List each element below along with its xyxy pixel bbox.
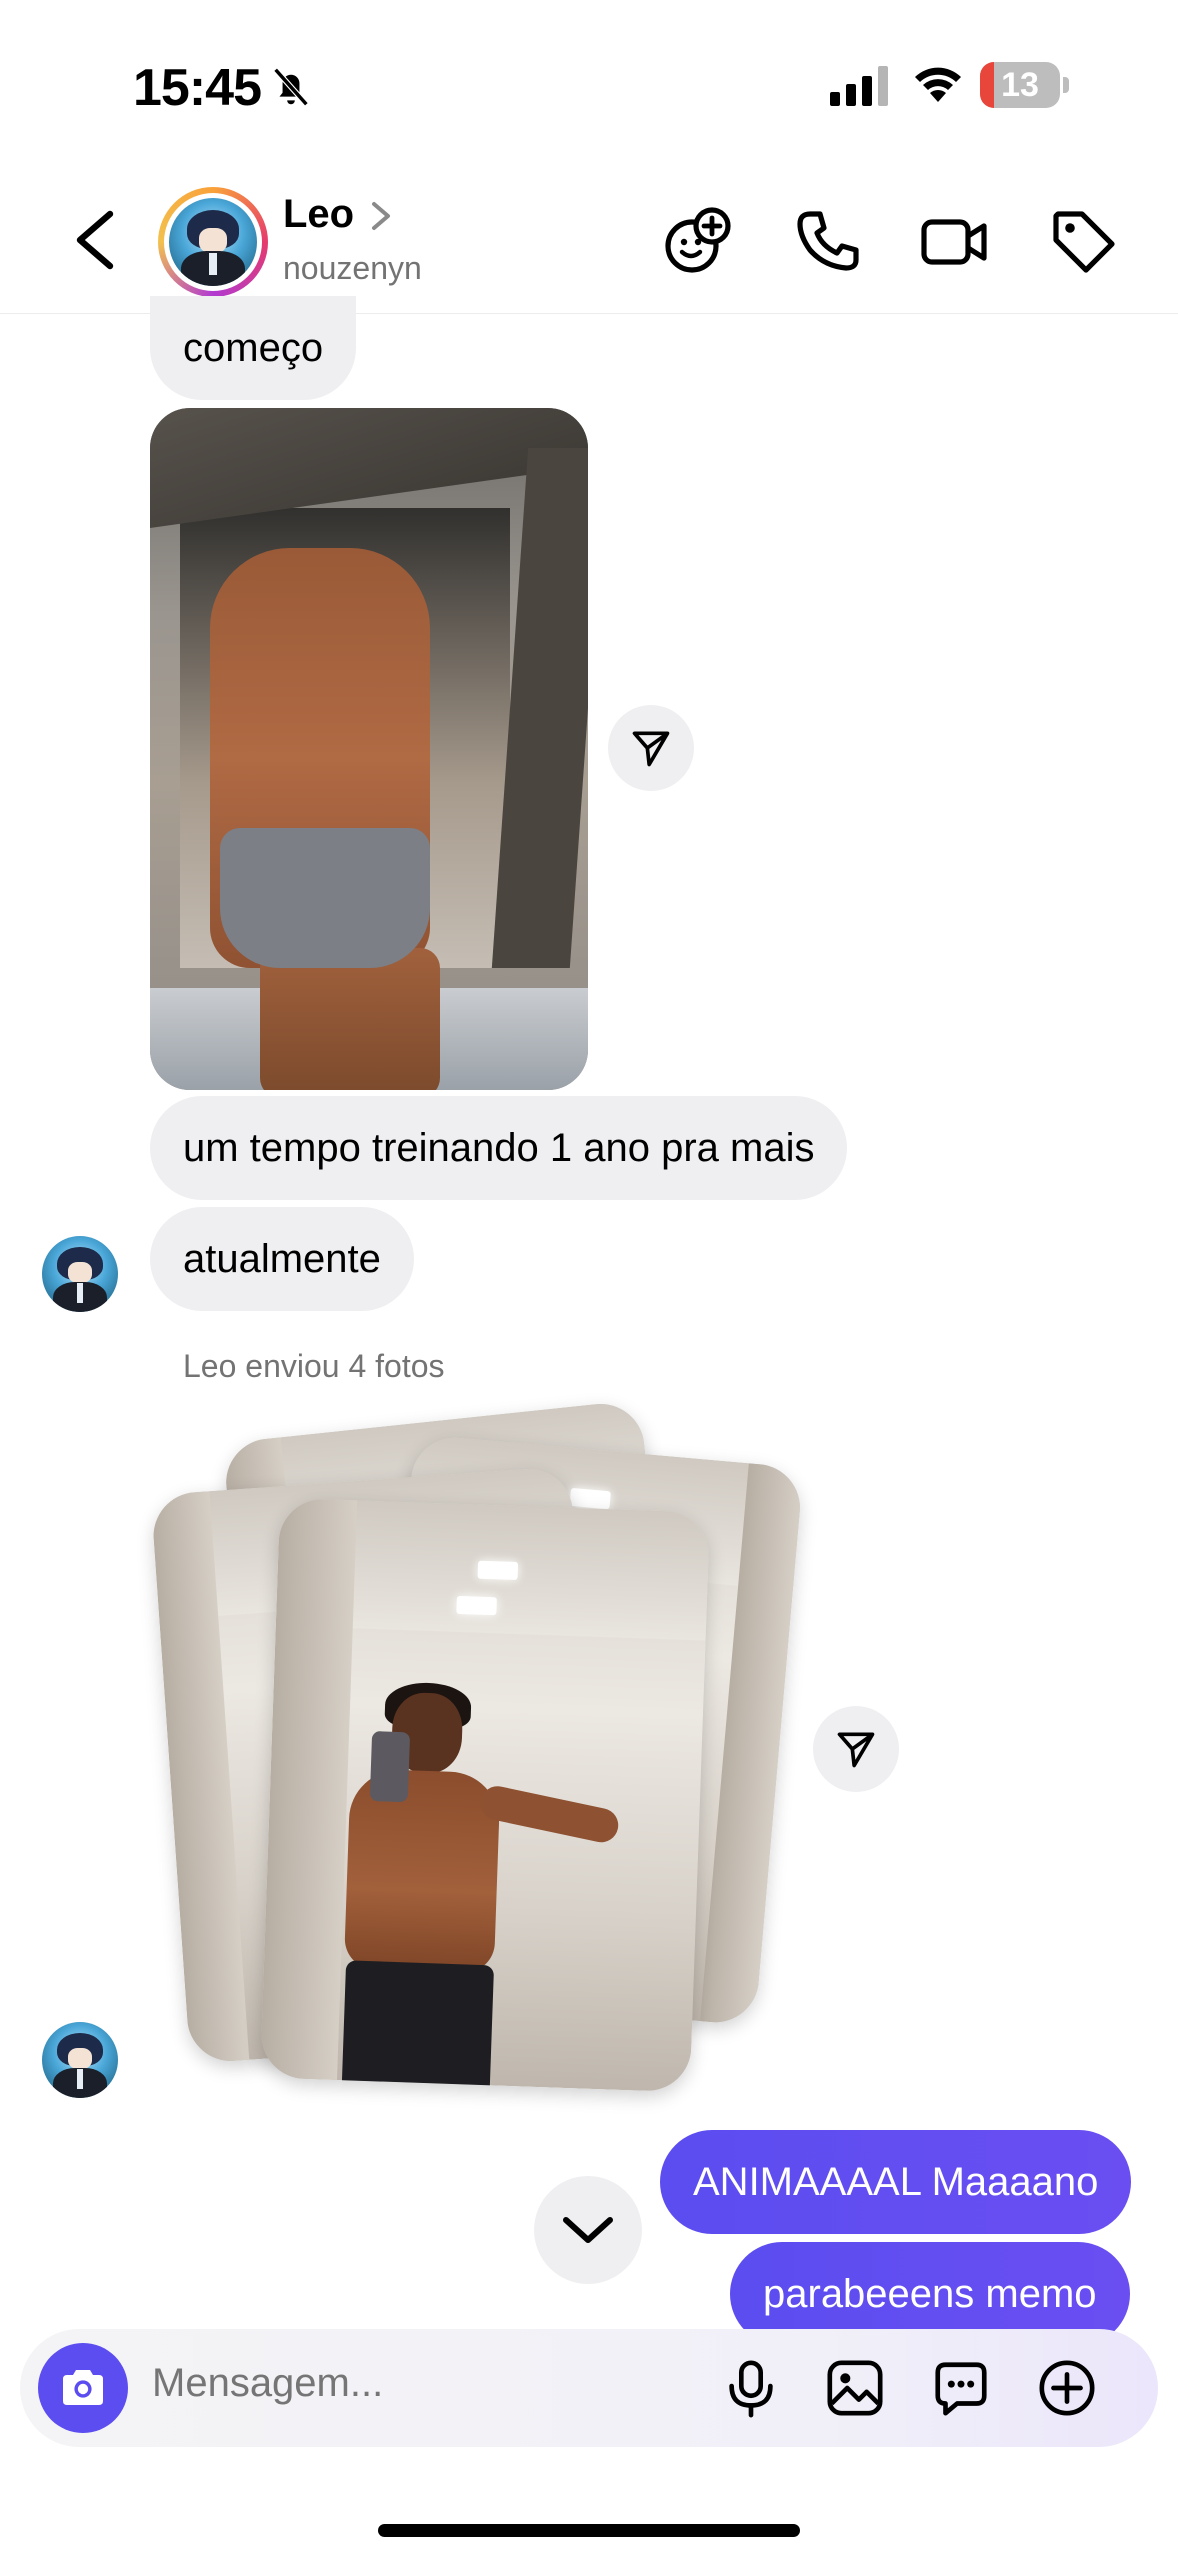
wifi-icon (915, 67, 961, 102)
plus-circle-icon[interactable] (1036, 2357, 1098, 2419)
avatar[interactable] (42, 2022, 118, 2098)
chevron-right-icon[interactable] (370, 200, 392, 232)
message-text: atualmente (183, 1236, 381, 1281)
photos-sent-label: Leo enviou 4 fotos (183, 1348, 445, 1384)
message-text: começo (183, 325, 324, 370)
message-composer (20, 2329, 1158, 2447)
status-time: 15:45 (133, 59, 262, 117)
stack-photo-front[interactable] (260, 1497, 710, 2093)
video-icon[interactable] (918, 206, 990, 278)
message-bubble[interactable]: atualmente (150, 1207, 414, 1311)
battery-icon: 13 (980, 62, 1069, 108)
camera-button[interactable] (38, 2343, 128, 2433)
chat-header: Leo nouzenyn (0, 170, 1178, 314)
message-text: ANIMAAAAL Maaaano (693, 2159, 1099, 2204)
add-sticker-icon[interactable] (662, 206, 734, 278)
dm-conversation-screen: 15:45 13 Leo nouzenyn começo um tempo tr… (0, 0, 1178, 2560)
send-icon (837, 1732, 875, 1768)
photo-message[interactable] (150, 408, 588, 1090)
status-bar: 15:45 13 (0, 0, 1178, 170)
message-bubble[interactable]: começo (150, 296, 357, 400)
battery-level: 13 (1001, 66, 1039, 104)
phone-icon[interactable] (792, 206, 864, 278)
bell-slash-icon (273, 67, 309, 107)
sticker-chat-icon[interactable] (930, 2357, 992, 2419)
share-button[interactable] (813, 1706, 899, 1792)
send-icon (632, 731, 670, 767)
sent-message-bubble[interactable]: ANIMAAAAL Maaaano (660, 2130, 1132, 2234)
scroll-to-bottom-button[interactable] (534, 2176, 642, 2284)
chevron-down-icon (563, 2217, 613, 2243)
contact-name[interactable]: Leo (283, 192, 354, 237)
back-icon[interactable] (70, 208, 120, 272)
avatar[interactable] (158, 187, 268, 297)
message-input[interactable] (152, 2361, 692, 2406)
microphone-icon[interactable] (720, 2357, 782, 2419)
message-text: parabeeens memo (763, 2271, 1097, 2316)
contact-username[interactable]: nouzenyn (283, 250, 422, 287)
avatar[interactable] (42, 1236, 118, 1312)
home-indicator[interactable] (378, 2524, 800, 2537)
gallery-icon[interactable] (824, 2357, 886, 2419)
tag-icon[interactable] (1048, 206, 1120, 278)
share-button[interactable] (608, 705, 694, 791)
message-bubble[interactable]: um tempo treinando 1 ano pra mais (150, 1096, 848, 1200)
camera-icon (63, 2370, 103, 2405)
signal-icon (830, 66, 888, 106)
message-text: um tempo treinando 1 ano pra mais (183, 1125, 815, 1170)
